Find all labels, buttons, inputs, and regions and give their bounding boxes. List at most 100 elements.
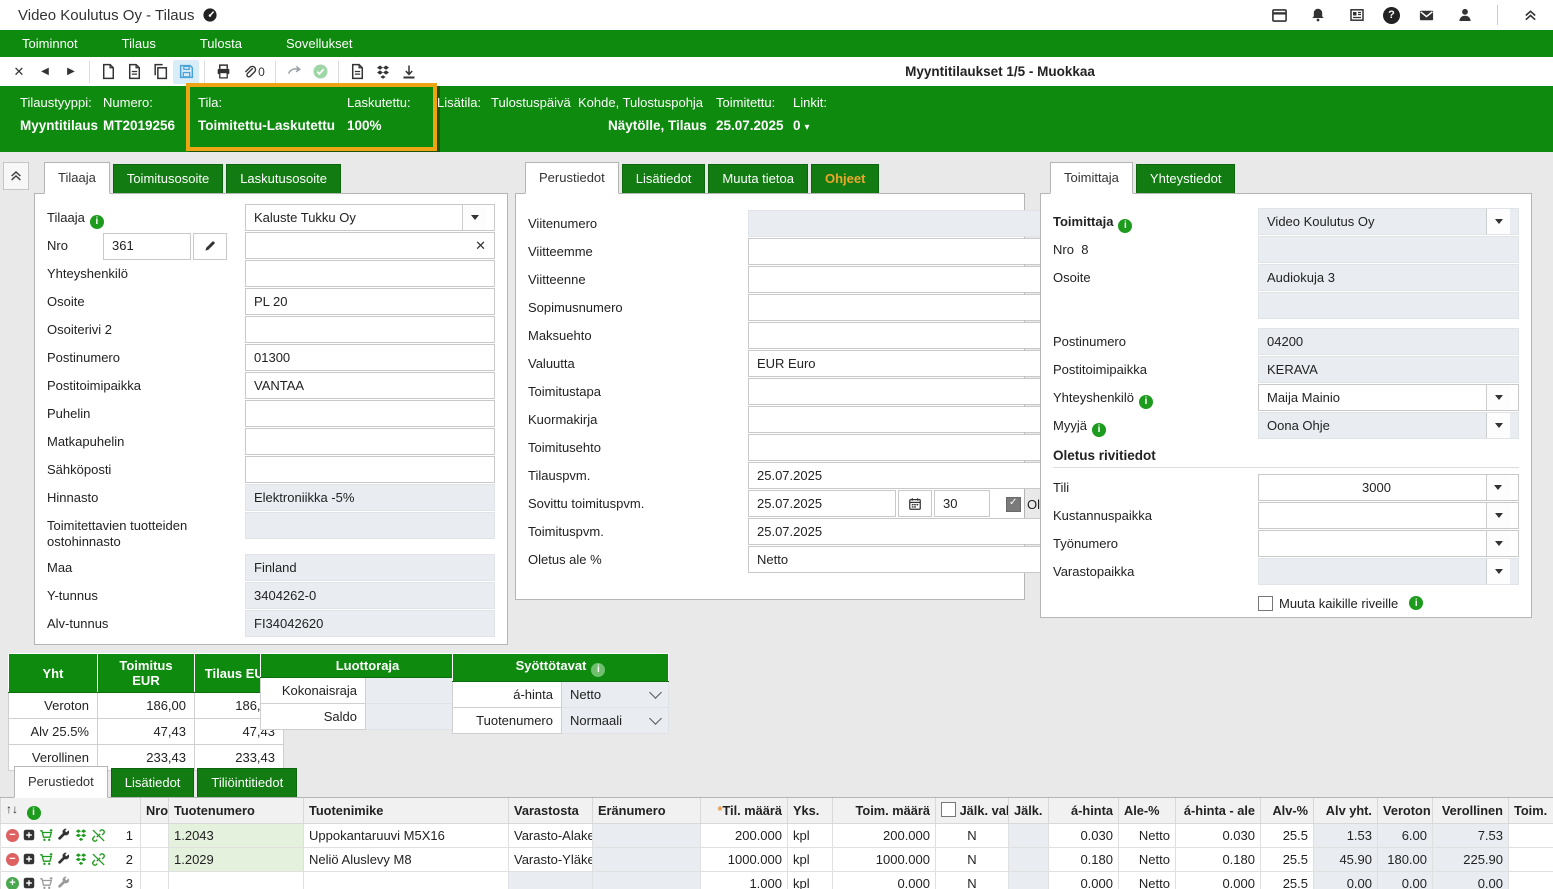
clear-x-icon[interactable]: ✕ [475, 238, 486, 254]
remove-row-icon[interactable]: − [6, 853, 19, 866]
tab-yhteystiedot[interactable]: Yhteystiedot [1136, 164, 1236, 193]
myyja-combo[interactable]: Oona Ohje [1258, 412, 1519, 439]
postitoimipaikka-field[interactable]: VANTAA [245, 372, 495, 399]
tuotenumero-mode-select[interactable]: Normaali [562, 707, 669, 733]
band-links[interactable]: Linkit: 0▾ [793, 95, 827, 133]
info-icon[interactable]: i [90, 215, 104, 229]
col-toim[interactable]: Toim. [1509, 798, 1553, 823]
info-icon[interactable]: i [1118, 219, 1132, 233]
cell-toim[interactable]: 25.07. [1509, 847, 1553, 871]
cell-ale[interactable]: Netto [1119, 847, 1176, 871]
kustannuspaikka-combo[interactable] [1258, 502, 1519, 529]
wrench-icon[interactable] [57, 828, 71, 842]
kuormakirja-field[interactable] [748, 406, 1090, 433]
col-verollinen[interactable]: Verollinen [1433, 798, 1509, 823]
maksuehto-select[interactable] [748, 322, 1090, 349]
transfer-row-icon[interactable] [74, 852, 88, 866]
download-icon[interactable] [396, 60, 422, 84]
approve-check-icon[interactable] [307, 60, 333, 84]
cart-plus-icon[interactable] [39, 876, 54, 889]
cell-tuotenimike[interactable]: Neliö Aluslevy M8 [304, 847, 509, 871]
matkapuhelin-field[interactable] [245, 428, 495, 455]
muuta-kaikille-checkbox[interactable] [1258, 596, 1273, 611]
window-icon[interactable] [1266, 3, 1292, 27]
toimitustapa-select[interactable] [748, 378, 1090, 405]
collapse-sidebar-icon[interactable] [3, 162, 29, 190]
cell-toim[interactable]: 25.07. [1509, 823, 1553, 847]
toimittaja-combo[interactable]: Video Koulutus Oy [1258, 208, 1519, 235]
postinumero-field[interactable]: 01300 [245, 344, 495, 371]
cell-yks[interactable]: kpl [788, 871, 833, 889]
col-til-maara[interactable]: *Til. määrä [701, 798, 788, 823]
cell-varastosta[interactable]: Varasto-Alake [509, 823, 593, 847]
yhteyshenkilo-field[interactable] [245, 260, 495, 287]
cell-ale[interactable]: Netto [1119, 871, 1176, 889]
previous-record-icon[interactable]: ◀ [32, 60, 58, 84]
cell-jalk-val[interactable]: N [936, 823, 1009, 847]
toimituspvm-field[interactable]: 25.07.2025 [748, 518, 1090, 545]
customer-number-field[interactable]: 361 [103, 233, 191, 260]
collapse-header-icon[interactable] [1517, 3, 1543, 27]
menu-tilaus[interactable]: Tilaus [100, 30, 178, 57]
calendar-icon[interactable] [898, 490, 932, 517]
remove-row-icon[interactable]: − [6, 829, 19, 842]
customer-search-field[interactable]: ✕ [245, 232, 495, 259]
tab-muuta-tietoa[interactable]: Muuta tietoa [708, 164, 808, 193]
col-eranumero[interactable]: Eränumero [593, 798, 701, 823]
cell-a-hinta-ale[interactable]: 0.180 [1176, 847, 1261, 871]
add-row-icon[interactable]: + [6, 877, 19, 889]
menu-sovellukset[interactable]: Sovellukset [264, 30, 374, 57]
tab-perustiedot[interactable]: Perustiedot [525, 162, 619, 194]
oletus-ale-field[interactable]: Netto [748, 546, 1090, 573]
cell-tuotenimike[interactable] [304, 871, 509, 889]
info-icon[interactable]: i [1092, 423, 1106, 437]
wrench-icon[interactable] [57, 876, 71, 889]
cell-alv[interactable]: 25.5 [1261, 871, 1314, 889]
info-icon[interactable]: i [27, 806, 41, 820]
cell-til-maara[interactable]: 1000.000 [701, 847, 788, 871]
info-icon[interactable]: i [1139, 395, 1153, 409]
save-icon[interactable] [173, 60, 199, 84]
cell-toim-maara[interactable]: 0.000 [833, 871, 936, 889]
cell-alv[interactable]: 25.5 [1261, 823, 1314, 847]
attachment-icon[interactable]: 0 [236, 60, 270, 84]
open-document-icon[interactable] [121, 60, 147, 84]
unlink-row-icon[interactable] [91, 852, 106, 867]
tab-tilaaja[interactable]: Tilaaja [44, 162, 110, 194]
tab-lines-lisatiedot[interactable]: Lisätiedot [111, 768, 195, 797]
cell-tuotenumero[interactable]: 1.2029 [169, 847, 304, 871]
sort-down-icon[interactable]: ↓ [12, 802, 18, 816]
info-icon[interactable]: i [591, 663, 605, 677]
cell-toim-maara[interactable]: 200.000 [833, 823, 936, 847]
tilauspvm-field[interactable]: 25.07.2025 [748, 462, 1090, 489]
cell-til-maara[interactable]: 200.000 [701, 823, 788, 847]
copy-document-icon[interactable] [147, 60, 173, 84]
cell-jalk-val[interactable]: N [936, 847, 1009, 871]
supplier-yhteyshenkilo-combo[interactable]: Maija Mainio [1258, 384, 1519, 411]
sovittu-toimituspvm-field[interactable]: 25.07.2025 [748, 490, 896, 517]
tyonumero-combo[interactable] [1258, 530, 1519, 557]
col-ale[interactable]: Ale-% [1119, 798, 1176, 823]
tili-combo[interactable]: 3000 [1258, 474, 1519, 501]
tab-lines-perustiedot[interactable]: Perustiedot [14, 766, 108, 798]
product-box-icon[interactable] [22, 828, 36, 842]
col-tuotenumero[interactable]: Tuotenumero [169, 798, 304, 823]
sahkoposti-field[interactable] [245, 456, 495, 483]
tab-laskutusosoite[interactable]: Laskutusosoite [226, 164, 341, 193]
cell-varastosta[interactable]: Varasto-Yläke [509, 847, 593, 871]
cell-tuotenumero[interactable]: 1.2043 [169, 823, 304, 847]
close-icon[interactable]: ✕ [6, 60, 32, 84]
cell-a-hinta[interactable]: 0.180 [1049, 847, 1119, 871]
col-a-hinta[interactable]: á-hinta [1049, 798, 1119, 823]
new-document-icon[interactable] [95, 60, 121, 84]
unlink-row-icon[interactable] [91, 828, 106, 843]
tilaaja-combo[interactable]: Kaluste Tukku Oy [245, 204, 495, 231]
tab-toimitusosoite[interactable]: Toimitusosoite [113, 164, 223, 193]
print-icon[interactable] [210, 60, 236, 84]
tab-ohjeet[interactable]: Ohjeet [811, 164, 879, 193]
cell-tuotenumero[interactable] [169, 871, 304, 889]
cell-a-hinta[interactable]: 0.000 [1049, 871, 1119, 889]
puhelin-field[interactable] [245, 400, 495, 427]
a-hinta-mode-select[interactable]: Netto [562, 681, 669, 707]
valuutta-select[interactable]: EUR Euro [748, 350, 1090, 377]
